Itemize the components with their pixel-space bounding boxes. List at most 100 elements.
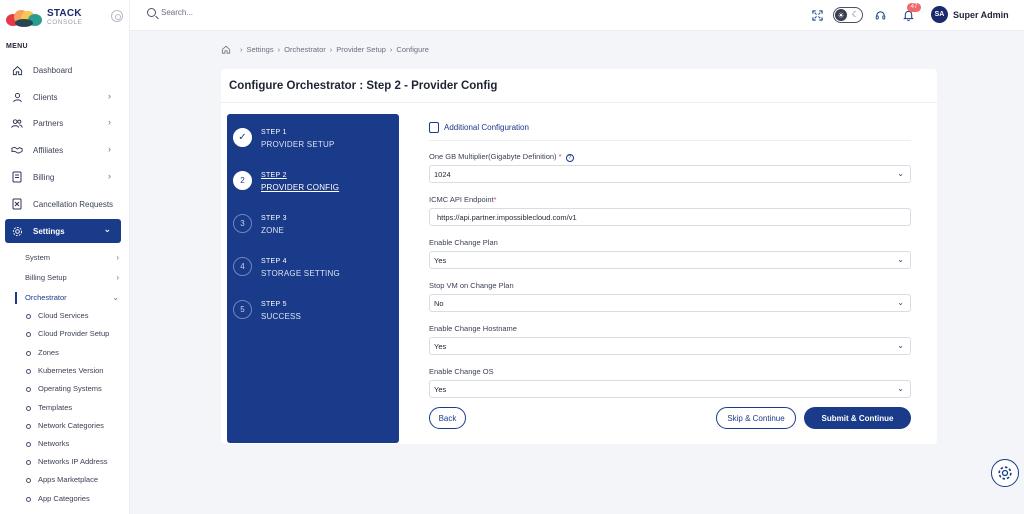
avatar[interactable]: SA [931, 6, 948, 23]
configure-card: Configure Orchestrator : Step 2 - Provid… [221, 69, 937, 444]
user-name[interactable]: Super Admin [953, 10, 1009, 20]
submit-continue-button[interactable]: Submit & Continue [804, 407, 911, 429]
home-icon[interactable] [221, 45, 231, 54]
back-button[interactable]: Back [429, 407, 466, 429]
sidebar-item-label: Billing [33, 172, 55, 182]
users-icon [11, 117, 23, 129]
page-title: Configure Orchestrator : Step 2 - Provid… [229, 80, 498, 92]
breadcrumb-item[interactable]: Orchestrator [284, 45, 326, 54]
leaf-label: Networks IP Address [38, 457, 108, 466]
headset-icon[interactable] [873, 8, 887, 22]
breadcrumb-separator: › [240, 45, 243, 54]
step-3[interactable]: 3 STEP 3 ZONE [233, 210, 393, 240]
sidebar-item-partners[interactable]: Partners › [5, 112, 121, 134]
moon-icon: ☾ [851, 10, 859, 19]
chevron-down-icon: ⌄ [897, 169, 904, 178]
chevron-down-icon: ⌄ [897, 255, 904, 264]
breadcrumb-item[interactable]: Provider Setup [336, 45, 386, 54]
chevron-down-icon: ⌄ [897, 298, 904, 307]
leaf-label: App Categories [38, 494, 90, 503]
orchestrator-item-cloud-services[interactable]: Cloud Services [26, 310, 88, 322]
settings-sub-system[interactable]: System › [25, 252, 121, 264]
sidebar-item-billing[interactable]: Billing › [5, 166, 121, 188]
label-text: Enable Change OS [429, 367, 494, 376]
sidebar-item-label: Partners [33, 118, 64, 128]
sidebar-item-dashboard[interactable]: Dashboard [5, 59, 121, 81]
document-icon [11, 171, 23, 183]
bullet-icon [26, 368, 31, 374]
orchestrator-item-networks[interactable]: Networks [26, 438, 69, 450]
step-number: STEP 2 [261, 172, 287, 179]
enable-change-hostname-select[interactable]: Yes ⌄ [429, 337, 911, 355]
settings-file-icon [429, 122, 439, 133]
leaf-label: Network Categories [38, 421, 104, 430]
step-name: PROVIDER CONFIG [261, 183, 340, 192]
sidebar-item-clients[interactable]: Clients › [5, 86, 121, 108]
logo-icon [6, 10, 42, 27]
sub-item-label: Orchestrator [25, 293, 67, 302]
fullscreen-icon[interactable] [810, 8, 824, 22]
orchestrator-item-app-categories[interactable]: App Categories [26, 493, 90, 505]
leaf-label: Operating Systems [38, 384, 102, 393]
sidebar-collapse-icon[interactable] [111, 10, 123, 22]
settings-fab-gear-icon[interactable] [991, 459, 1019, 487]
sidebar-item-settings[interactable]: Settings ⌄ [5, 219, 121, 243]
bullet-icon [26, 423, 31, 429]
breadcrumb-item[interactable]: Settings [247, 45, 274, 54]
help-icon[interactable]: ? [565, 154, 574, 162]
theme-toggle[interactable]: ☀ ☾ [833, 7, 863, 23]
enable-change-plan-select[interactable]: Yes ⌄ [429, 251, 911, 269]
sidebar-item-label: Affiliates [33, 145, 64, 155]
sun-icon: ☀ [835, 9, 847, 21]
breadcrumb-separator: › [277, 45, 281, 54]
field-label-enable-change-os: Enable Change OS [429, 367, 494, 376]
orchestrator-item-network-categories[interactable]: Network Categories [26, 420, 104, 432]
select-value: Yes [434, 341, 447, 351]
bullet-icon [26, 441, 31, 447]
step-1[interactable]: ✓ STEP 1 PROVIDER SETUP [233, 124, 393, 154]
search-input[interactable]: Search... [147, 8, 193, 17]
chevron-right-icon: › [108, 144, 111, 154]
enable-change-os-select[interactable]: Yes ⌄ [429, 380, 911, 398]
step-marker: 4 [233, 257, 252, 276]
skip-continue-button[interactable]: Skip & Continue [716, 407, 796, 429]
orchestrator-item-apps-marketplace[interactable]: Apps Marketplace [26, 474, 98, 486]
sidebar-item-label: Cancellation Requests [33, 199, 114, 209]
bullet-icon [26, 459, 31, 465]
field-label-gb-multiplier: One GB Multiplier(Gigabyte Definition) *… [429, 152, 574, 162]
topbar: Search... ☀ ☾ 47 SA Super Admin [130, 0, 1024, 31]
leaf-label: Cloud Services [38, 311, 89, 320]
gb-multiplier-select[interactable]: 1024 ⌄ [429, 165, 911, 183]
step-5[interactable]: 5 STEP 5 SUCCESS [233, 296, 393, 326]
brand-logo[interactable]: STACK CONSOLE [6, 7, 82, 29]
stop-vm-select[interactable]: No ⌄ [429, 294, 911, 312]
orchestrator-item-zones[interactable]: Zones [26, 347, 59, 359]
orchestrator-item-networks-ip-address[interactable]: Networks IP Address [26, 456, 107, 468]
step-name: SUCCESS [261, 312, 302, 321]
sidebar-item-affiliates[interactable]: Affiliates › [5, 139, 121, 161]
step-2[interactable]: 2 STEP 2 PROVIDER CONFIG [233, 167, 393, 197]
check-icon: ✓ [233, 128, 252, 147]
label-text: Enable Change Hostname [429, 324, 517, 333]
settings-sub-billing-setup[interactable]: Billing Setup › [25, 272, 121, 284]
breadcrumb-item: Configure [396, 45, 429, 54]
orchestrator-item-templates[interactable]: Templates [26, 402, 72, 414]
orchestrator-item-kubernetes-version[interactable]: Kubernetes Version [26, 365, 103, 377]
label-text: ICMC API Endpoint [429, 195, 494, 204]
leaf-label: Templates [38, 403, 73, 412]
cancel-document-icon [11, 198, 23, 210]
sidebar-item-cancellation-requests[interactable]: Cancellation Requests [5, 193, 121, 215]
home-icon [11, 64, 23, 76]
icmc-endpoint-input[interactable]: https://api.partner.impossiblecloud.com/… [429, 208, 911, 226]
chevron-right-icon: › [116, 273, 119, 282]
chevron-down-icon: ⌄ [897, 341, 904, 350]
required-mark: * [558, 152, 562, 161]
breadcrumb: › Settings › Orchestrator › Provider Set… [221, 45, 429, 54]
step-number: STEP 3 [261, 215, 287, 222]
orchestrator-item-cloud-provider-setup[interactable]: Cloud Provider Setup [26, 328, 109, 340]
divider [221, 102, 937, 103]
step-4[interactable]: 4 STEP 4 STORAGE SETTING [233, 253, 393, 283]
handshake-icon [11, 144, 23, 156]
settings-sub-orchestrator[interactable]: Orchestrator ⌄ [25, 292, 121, 304]
orchestrator-item-operating-systems[interactable]: Operating Systems [26, 383, 102, 395]
